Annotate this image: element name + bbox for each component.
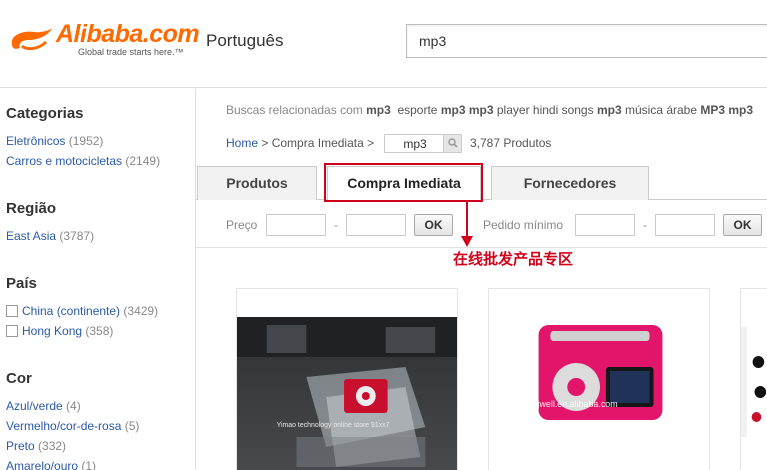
facet-item-vermelho[interactable]: Vermelho/cor-de-rosa (5) xyxy=(6,419,139,433)
alibaba-logo[interactable]: Alibaba.com Global trade starts here.™ xyxy=(8,20,200,62)
breadcrumb-query: mp3 xyxy=(403,137,427,151)
breadcrumb-home-link[interactable]: Home xyxy=(226,136,258,150)
related-link[interactable]: esporte mp3 xyxy=(397,103,465,117)
facet-item-eletronicos[interactable]: Eletrônicos (1952) xyxy=(6,134,103,148)
search-icon xyxy=(448,138,458,148)
product-card[interactable] xyxy=(740,288,767,470)
product-image-red-mp3-player[interactable]: Yimao technology online store 91xx7 xyxy=(237,317,457,470)
price-min-input[interactable] xyxy=(266,214,326,236)
facet-checkbox-china[interactable]: China (continente) (3429) xyxy=(6,304,158,318)
related-link[interactable]: mp3 player hindi songs xyxy=(469,103,594,117)
header: Alibaba.com Global trade starts here.™ P… xyxy=(0,0,767,88)
breadcrumb: Home > Compra Imediata > xyxy=(226,136,375,150)
product-image-partial[interactable] xyxy=(741,317,767,470)
breadcrumb-current: Compra Imediata xyxy=(271,136,364,150)
related-link[interactable]: MP3 mp3 xyxy=(700,103,753,117)
facet-item-preto[interactable]: Preto (332) xyxy=(6,439,66,453)
product-watermark: szjwell.en.alibaba.com xyxy=(529,399,618,409)
logo-text: Alibaba.com xyxy=(56,20,200,48)
price-dash: - xyxy=(334,218,338,232)
min-order-min-input[interactable] xyxy=(575,214,635,236)
facet-title-categorias: Categorias xyxy=(6,105,84,122)
language-selector[interactable]: Português xyxy=(206,31,284,51)
breadcrumb-query-box[interactable]: mp3 xyxy=(384,134,462,153)
product-card[interactable]: Yimao technology online store 91xx7 xyxy=(236,288,458,470)
breadcrumb-search-button[interactable] xyxy=(443,135,461,152)
facet-title-cor: Cor xyxy=(6,370,32,387)
product-image-pink-mp3-player[interactable]: szjwell.en.alibaba.com xyxy=(489,317,709,470)
related-searches: Buscas relacionadas com mp3 esporte mp3 … xyxy=(226,103,754,117)
facet-item-azul-verde[interactable]: Azul/verde (4) xyxy=(6,399,81,413)
price-label: Preço xyxy=(226,218,258,232)
facet-title-regiao: Região xyxy=(6,200,57,217)
alibaba-logo-icon xyxy=(11,28,52,51)
annotation-text: 在线批发产品专区 xyxy=(453,250,574,268)
facet-checkbox-hong-kong[interactable]: Hong Kong (358) xyxy=(6,324,113,338)
min-order-dash: - xyxy=(643,218,647,232)
facet-item-east-asia[interactable]: East Asia (3787) xyxy=(6,229,94,243)
price-ok-button[interactable]: OK xyxy=(414,214,453,236)
filter-sidebar: Categorias Eletrônicos (1952) Carros e m… xyxy=(0,89,196,470)
logo-tagline: Global trade starts here.™ xyxy=(78,47,184,57)
min-order-label: Pedido mínimo xyxy=(483,218,564,232)
tab-produtos[interactable]: Produtos xyxy=(197,166,317,200)
product-watermark: Yimao technology online store 91xx7 xyxy=(277,422,390,429)
price-max-input[interactable] xyxy=(346,214,406,236)
result-count: 3,787 Produtos xyxy=(470,136,552,150)
min-order-ok-button[interactable]: OK xyxy=(723,214,762,236)
facet-item-carros[interactable]: Carros e motocicletas (2149) xyxy=(6,154,160,168)
annotation-arrow-icon xyxy=(461,202,473,247)
annotation-highlight-box xyxy=(324,163,483,202)
tab-fornecedores[interactable]: Fornecedores xyxy=(491,166,649,200)
min-order-max-input[interactable] xyxy=(655,214,715,236)
product-card[interactable]: szjwell.en.alibaba.com xyxy=(488,288,710,470)
search-input[interactable]: mp3 xyxy=(406,24,767,58)
facet-item-amarelo[interactable]: Amarelo/ouro (1) xyxy=(6,459,96,470)
related-link[interactable]: mp3 música árabe xyxy=(597,103,697,117)
facet-title-pais: País xyxy=(6,275,37,292)
